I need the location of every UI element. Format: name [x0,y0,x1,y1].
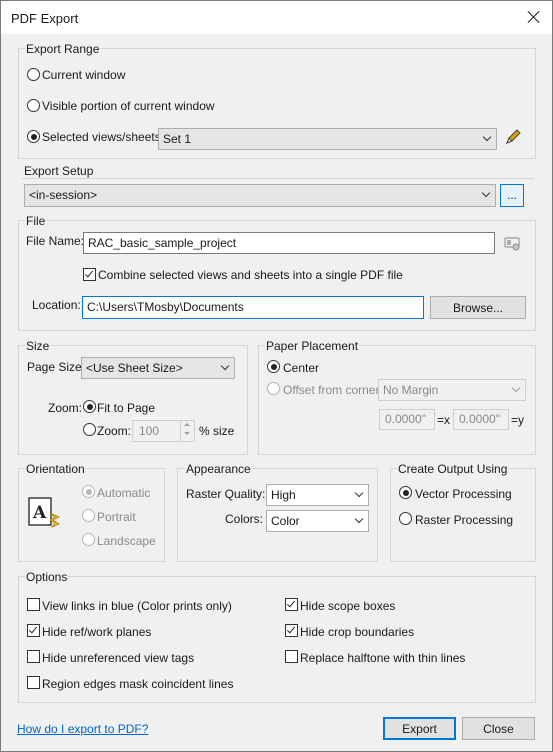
hide-ref-work-planes-checkbox[interactable] [27,624,40,637]
radio-fit-to-page[interactable] [83,400,96,413]
zoom-stepper[interactable]: 100 [132,420,195,442]
title-bar: PDF Export [1,1,552,34]
zoom-option-label: Zoom: [97,424,132,438]
chevron-up-icon [184,423,190,426]
fit-to-page-label: Fit to Page [97,401,156,415]
combine-label: Combine selected views and sheets into a… [98,268,403,282]
export-setup-label: Export Setup [23,164,95,178]
center-label: Center [283,361,320,375]
export-setup-select[interactable]: <in-session> [24,184,496,207]
region-edges-label: Region edges mask coincident lines [42,677,234,691]
chevron-down-icon [354,488,364,498]
radio-zoom[interactable] [83,423,96,436]
colors-label: Colors: [225,512,264,526]
close-button[interactable]: Close [462,717,535,740]
hide-ref-work-planes-label: Hide ref/work planes [42,625,152,639]
combine-checkbox[interactable] [83,268,96,281]
radio-selected-views[interactable] [27,130,40,143]
landscape-label: Landscape [97,534,156,548]
export-setup-value: <in-session> [29,188,98,202]
radio-offset-from-corner[interactable] [267,382,280,395]
vector-processing-label: Vector Processing [415,487,512,501]
hide-unreferenced-tags-label: Hide unreferenced view tags [42,651,195,665]
file-name-input[interactable]: RAC_basic_sample_project [83,232,495,254]
radio-automatic[interactable] [82,485,95,498]
raster-quality-select[interactable]: High [266,484,369,506]
offset-y-input[interactable]: 0.0000" [453,409,509,430]
chevron-down-icon [354,514,364,524]
appearance-label: Appearance [185,462,252,476]
close-icon[interactable] [524,7,544,27]
svg-text:A: A [32,503,47,523]
automatic-label: Automatic [97,486,151,500]
pdf-export-dialog: PDF Export Export Range Current window V… [0,0,553,752]
page-size-label: Page Size: [27,360,86,374]
location-input[interactable]: C:\Users\TMosby\Documents [82,296,424,319]
export-setup-divider [22,178,534,179]
window-title: PDF Export [11,11,79,26]
raster-quality-label: Raster Quality: [186,487,266,501]
replace-halftone-label: Replace halftone with thin lines [300,651,466,665]
chevron-down-icon [511,383,521,393]
page-size-select[interactable]: <Use Sheet Size> [81,357,235,379]
y-label: =y [511,413,525,427]
export-button[interactable]: Export [383,717,456,740]
options-label: Options [25,570,69,584]
radio-vector-processing[interactable] [399,486,412,499]
key-icon[interactable] [503,234,523,252]
view-links-blue-checkbox[interactable] [27,598,40,611]
visible-portion-label: Visible portion of current window [42,99,215,113]
raster-processing-label: Raster Processing [415,513,514,527]
x-label: =x [437,413,451,427]
file-label: File [25,214,47,228]
set-select[interactable]: Set 1 [158,128,497,150]
radio-portrait[interactable] [82,509,95,522]
chevron-down-icon [220,361,230,371]
orientation-label: Orientation [25,462,86,476]
zoom-heading-label: Zoom: [48,401,83,415]
hide-scope-boxes-checkbox[interactable] [285,598,298,611]
browse-button[interactable]: Browse... [430,296,526,319]
percent-size-label: % size [199,424,235,438]
size-label: Size [25,339,51,353]
document-orientation-icon: A [28,497,60,528]
portrait-label: Portrait [97,510,136,524]
radio-center[interactable] [267,360,280,373]
offset-from-corner-label: Offset from corner: [283,383,383,397]
region-edges-checkbox[interactable] [27,676,40,689]
paper-placement-label: Paper Placement [265,339,360,353]
hide-crop-boundaries-label: Hide crop boundaries [300,625,415,639]
colors-select[interactable]: Color [266,510,369,532]
export-setup-browse-button[interactable]: ... [500,184,524,207]
chevron-down-icon [184,432,190,435]
radio-visible-portion[interactable] [27,99,40,112]
chevron-down-icon [482,132,492,142]
margin-select[interactable]: No Margin [378,379,526,401]
offset-x-input[interactable]: 0.0000" [379,409,435,430]
pencil-icon[interactable] [503,127,523,147]
radio-current-window[interactable] [27,68,40,81]
view-links-blue-label: View links in blue (Color prints only) [42,599,232,613]
current-window-label: Current window [42,68,126,82]
file-name-label: File Name: [26,234,85,248]
radio-landscape[interactable] [82,533,95,546]
create-output-label: Create Output Using [397,462,509,476]
location-label: Location: [32,298,81,312]
set-select-value: Set 1 [163,132,192,146]
stepper-arrows[interactable] [180,421,195,441]
replace-halftone-checkbox[interactable] [285,650,298,663]
export-range-label: Export Range [25,42,101,56]
hide-unreferenced-tags-checkbox[interactable] [27,650,40,663]
radio-raster-processing[interactable] [399,512,412,525]
help-link[interactable]: How do I export to PDF? [17,722,148,736]
selected-views-label: Selected views/sheets [42,130,161,144]
hide-scope-boxes-label: Hide scope boxes [300,599,396,613]
hide-crop-boundaries-checkbox[interactable] [285,624,298,637]
chevron-down-icon [481,188,491,198]
